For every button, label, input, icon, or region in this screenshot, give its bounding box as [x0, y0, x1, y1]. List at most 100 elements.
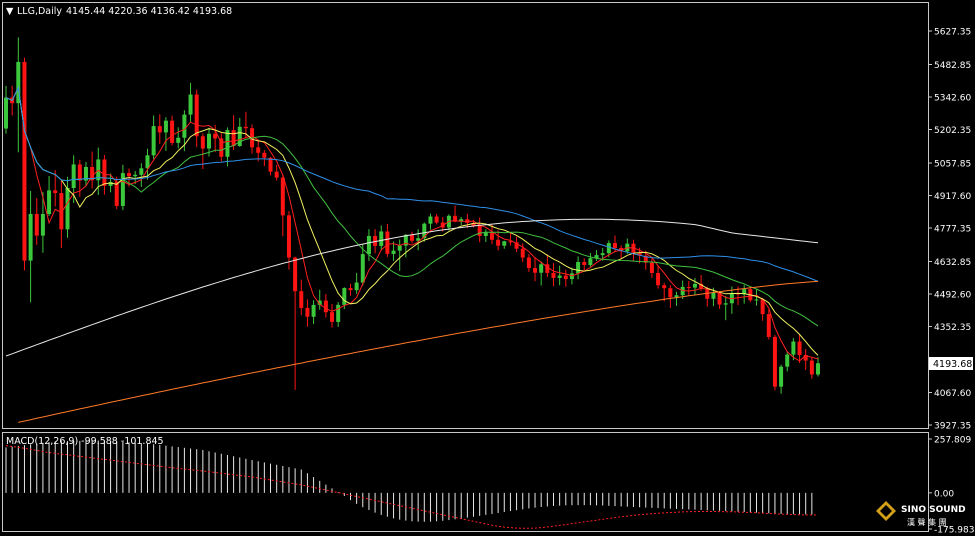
current-price-tag: 4193.68 — [929, 357, 973, 370]
candle-bull — [600, 253, 605, 256]
candle-bull — [28, 213, 33, 261]
candle-bull — [151, 126, 156, 156]
candle-bull — [428, 216, 433, 224]
candle-bear — [262, 152, 267, 158]
candle-bear — [434, 216, 439, 223]
candle-bull — [576, 262, 581, 274]
candle-bear — [243, 126, 248, 129]
candle-bear — [299, 291, 304, 308]
candle-bear — [231, 130, 236, 146]
candle-bull — [791, 341, 796, 355]
candle-bull — [207, 133, 211, 149]
candle-bear — [766, 314, 771, 337]
candle-bear — [280, 177, 285, 216]
price-axis-label: 4777.35 — [934, 225, 971, 235]
candle-bull — [723, 303, 728, 305]
logo-cjk: 漢 聲 集 團 — [907, 517, 947, 527]
candle-bear — [797, 341, 802, 355]
candle-bear — [102, 159, 107, 186]
macd-axis-label: 257.809 — [934, 436, 971, 446]
symbol-label: LLG,Daily — [17, 6, 62, 17]
ohlc-readout: 4145.44 4220.36 4136.42 4193.68 — [66, 6, 232, 17]
candle-bear — [293, 257, 298, 292]
candle-bear — [662, 285, 667, 289]
candle-bear — [268, 157, 273, 172]
candle-bear — [809, 360, 814, 375]
price-axis-label: 4067.60 — [934, 389, 971, 399]
price-chart[interactable]: 5627.35 5482.85 5342.60 5202.35 5057.85 4917.… — [0, 0, 975, 536]
candle-bear — [656, 272, 661, 286]
candle-bear — [348, 288, 353, 291]
candle-bull — [816, 363, 820, 375]
candle-bear — [157, 126, 162, 133]
candle-bull — [65, 187, 70, 230]
candle-bull — [379, 231, 384, 246]
candle-bear — [582, 262, 587, 266]
candle-bear — [305, 307, 310, 317]
candle-bull — [145, 155, 150, 169]
candle-bear — [526, 257, 531, 269]
candle-bull — [360, 254, 365, 283]
price-axis-label: 3927.35 — [934, 422, 971, 432]
candle-bear — [330, 312, 335, 322]
logo-name: SINO SOUND — [901, 505, 966, 515]
candle-bear — [410, 234, 414, 241]
candle-bear — [170, 120, 175, 143]
candle-bear — [213, 133, 218, 139]
candle-bear — [649, 262, 654, 273]
price-axis-label: 4632.85 — [934, 258, 971, 268]
candle-bull — [47, 190, 52, 215]
candle-bull — [108, 181, 113, 186]
candle-bull — [711, 292, 716, 299]
candle-bull — [606, 243, 611, 254]
candle-bull — [539, 264, 544, 273]
candle-bear — [274, 171, 279, 178]
candle-bull — [40, 214, 45, 236]
candle-bull — [182, 114, 187, 138]
price-axis-label: 5202.35 — [934, 126, 971, 136]
candle-bear — [219, 138, 224, 157]
candle-bear — [533, 268, 538, 273]
candle-bull — [71, 164, 76, 188]
price-axis-label: 4352.35 — [934, 323, 971, 333]
price-axis-label: 5342.60 — [934, 93, 971, 103]
candle-bull — [366, 236, 371, 255]
candle-bull — [557, 275, 562, 278]
candle-bear — [385, 231, 390, 254]
candle-bull — [176, 137, 181, 143]
price-axis-label: 4917.60 — [934, 192, 971, 202]
candle-bear — [194, 94, 199, 137]
candle-bull — [311, 304, 316, 317]
candle-bear — [256, 147, 261, 153]
macd-axis-label: -175.983 — [934, 526, 974, 536]
candle-bear — [477, 225, 482, 236]
candle-bear — [77, 164, 82, 181]
price-axis-label: 5057.85 — [934, 159, 971, 169]
candle-bull — [342, 288, 347, 305]
candle-bear — [563, 275, 568, 280]
candle-bull — [336, 304, 341, 322]
candle-bull — [188, 94, 193, 115]
candle-bull — [4, 97, 8, 129]
price-axis-label: 4492.60 — [934, 290, 971, 300]
chart-menu-arrow-icon[interactable]: ▼ — [6, 6, 14, 17]
candle-bear — [323, 300, 328, 313]
macd-readout: MACD(12,26,9) -99.588 -101.845 — [6, 436, 164, 447]
candle-bull — [779, 366, 784, 387]
candle-bull — [139, 168, 144, 175]
candle-bear — [613, 243, 617, 248]
candle-bull — [397, 245, 402, 251]
candle-bear — [127, 173, 132, 177]
candle-bull — [133, 174, 138, 177]
candle-bull — [502, 241, 507, 246]
candle-bear — [53, 190, 58, 194]
candle-bull — [785, 354, 790, 367]
price-axis-label: 5482.85 — [934, 61, 971, 71]
macd-axis-label: 0.00 — [934, 489, 954, 499]
candle-bear — [200, 136, 205, 149]
candle-bear — [686, 286, 691, 288]
candle-bear — [772, 336, 777, 387]
candle-bear — [520, 248, 525, 258]
candle-bear — [668, 288, 673, 298]
candle-bull — [588, 258, 593, 266]
